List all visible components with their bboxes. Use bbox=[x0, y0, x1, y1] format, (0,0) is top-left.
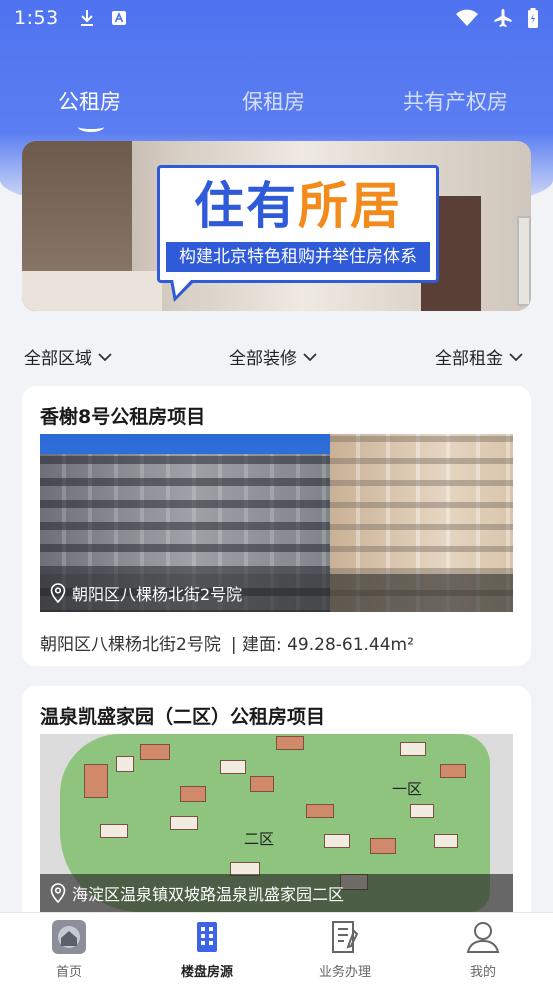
map-building bbox=[400, 742, 426, 756]
listing-card[interactable]: 香榭8号公租房项目 朝阳区八棵杨北街2号院 朝阳区八棵杨北街2号院 | 建面: … bbox=[22, 386, 531, 666]
airplane-icon bbox=[494, 9, 512, 27]
banner-title-part2: 所居 bbox=[298, 177, 402, 235]
nav-business-label: 业务办理 bbox=[318, 965, 371, 980]
nav-profile-label: 我的 bbox=[469, 965, 496, 980]
filter-decoration[interactable]: 全部装修 bbox=[229, 344, 317, 369]
map-building bbox=[324, 834, 350, 848]
download-icon bbox=[80, 10, 93, 26]
battery-icon bbox=[528, 8, 538, 28]
promo-banner[interactable]: 住有所居 构建北京特色租购并举住房体系 bbox=[22, 141, 531, 311]
nav-home-label: 首页 bbox=[55, 965, 82, 980]
map-building bbox=[180, 786, 206, 802]
nav-listings[interactable]: 楼盘房源 bbox=[167, 919, 247, 980]
chevron-down-icon bbox=[303, 352, 317, 361]
listing-footer: 朝阳区八棵杨北街2号院 | 建面: 49.28-61.44m² bbox=[40, 630, 414, 655]
listing-site-map: 二区 一区 海淀区温泉镇双坡路温泉凯盛家园二区 bbox=[40, 734, 513, 912]
banner-title: 住有所居 bbox=[160, 176, 436, 236]
filter-region[interactable]: 全部区域 bbox=[24, 344, 112, 369]
home-icon bbox=[52, 920, 86, 954]
listing-address: 朝阳区八棵杨北街2号院 bbox=[40, 635, 221, 655]
active-tab-indicator bbox=[78, 122, 104, 132]
map-building bbox=[370, 838, 396, 854]
filter-rent-label: 全部租金 bbox=[435, 349, 503, 369]
category-tabs: 公租房 保租房 共有产权房 bbox=[0, 86, 553, 136]
location-pin-icon bbox=[50, 883, 66, 903]
map-address-text: 海淀区温泉镇双坡路温泉凯盛家园二区 bbox=[72, 885, 345, 904]
building-icon bbox=[197, 922, 217, 952]
map-building bbox=[116, 756, 134, 772]
nav-profile[interactable]: 我的 bbox=[443, 919, 523, 980]
nav-home[interactable]: 首页 bbox=[29, 919, 109, 980]
filter-decoration-label: 全部装修 bbox=[229, 349, 297, 369]
map-building bbox=[140, 744, 170, 760]
map-building bbox=[434, 834, 458, 848]
map-label-zone2: 二区 bbox=[244, 830, 275, 848]
map-building bbox=[440, 764, 466, 778]
map-building bbox=[220, 760, 246, 774]
listing-photo: 朝阳区八棵杨北街2号院 bbox=[40, 434, 513, 612]
status-bar: 1:53 bbox=[0, 0, 553, 36]
map-building bbox=[170, 816, 198, 830]
tab-public-rental[interactable]: 公租房 bbox=[58, 86, 121, 116]
chevron-down-icon bbox=[509, 352, 523, 361]
photo-address-overlay: 朝阳区八棵杨北街2号院 bbox=[40, 574, 513, 612]
banner-title-part1: 住有 bbox=[194, 177, 298, 235]
map-label-zone1: 一区 bbox=[392, 780, 423, 798]
map-building bbox=[250, 776, 274, 792]
banner-speech-bubble: 住有所居 构建北京特色租购并举住房体系 bbox=[157, 165, 439, 302]
listing-card[interactable]: 温泉凯盛家园（二区）公租房项目 二区 一区 海淀区温泉镇双坡路温泉凯盛家园二区 bbox=[22, 686, 531, 926]
map-building bbox=[100, 824, 128, 838]
map-building bbox=[84, 764, 108, 798]
listing-title: 温泉凯盛家园（二区）公租房项目 bbox=[40, 706, 326, 728]
banner-room-bed bbox=[22, 271, 162, 311]
status-time: 1:53 bbox=[14, 7, 59, 29]
a-icon bbox=[111, 11, 126, 25]
bubble-tail-inner bbox=[173, 279, 192, 296]
user-icon bbox=[466, 922, 500, 953]
tab-shared-ownership[interactable]: 共有产权房 bbox=[403, 86, 508, 116]
listing-title: 香榭8号公租房项目 bbox=[40, 406, 206, 428]
filter-bar: 全部区域 全部装修 全部租金 bbox=[0, 340, 553, 374]
location-pin-icon bbox=[50, 583, 66, 603]
document-icon bbox=[332, 921, 359, 953]
banner-subtitle: 构建北京特色租购并举住房体系 bbox=[166, 242, 430, 272]
map-building bbox=[276, 736, 304, 750]
listing-area: | 建面: 49.28-61.44m² bbox=[230, 635, 414, 655]
map-building bbox=[306, 804, 334, 818]
wifi-icon bbox=[456, 9, 478, 26]
photo-address-text: 朝阳区八棵杨北街2号院 bbox=[72, 585, 243, 604]
map-address-overlay: 海淀区温泉镇双坡路温泉凯盛家园二区 bbox=[40, 874, 513, 912]
nav-business[interactable]: 业务办理 bbox=[305, 919, 385, 980]
nav-listings-label: 楼盘房源 bbox=[180, 965, 233, 980]
banner-room-picture bbox=[517, 216, 531, 306]
filter-region-label: 全部区域 bbox=[24, 349, 92, 369]
tab-affordable-rental[interactable]: 保租房 bbox=[242, 86, 305, 116]
map-building bbox=[410, 804, 434, 818]
chevron-down-icon bbox=[98, 352, 112, 361]
filter-rent[interactable]: 全部租金 bbox=[435, 344, 523, 369]
bottom-navigation: 首页 楼盘房源 业务办理 我的 bbox=[0, 912, 553, 984]
